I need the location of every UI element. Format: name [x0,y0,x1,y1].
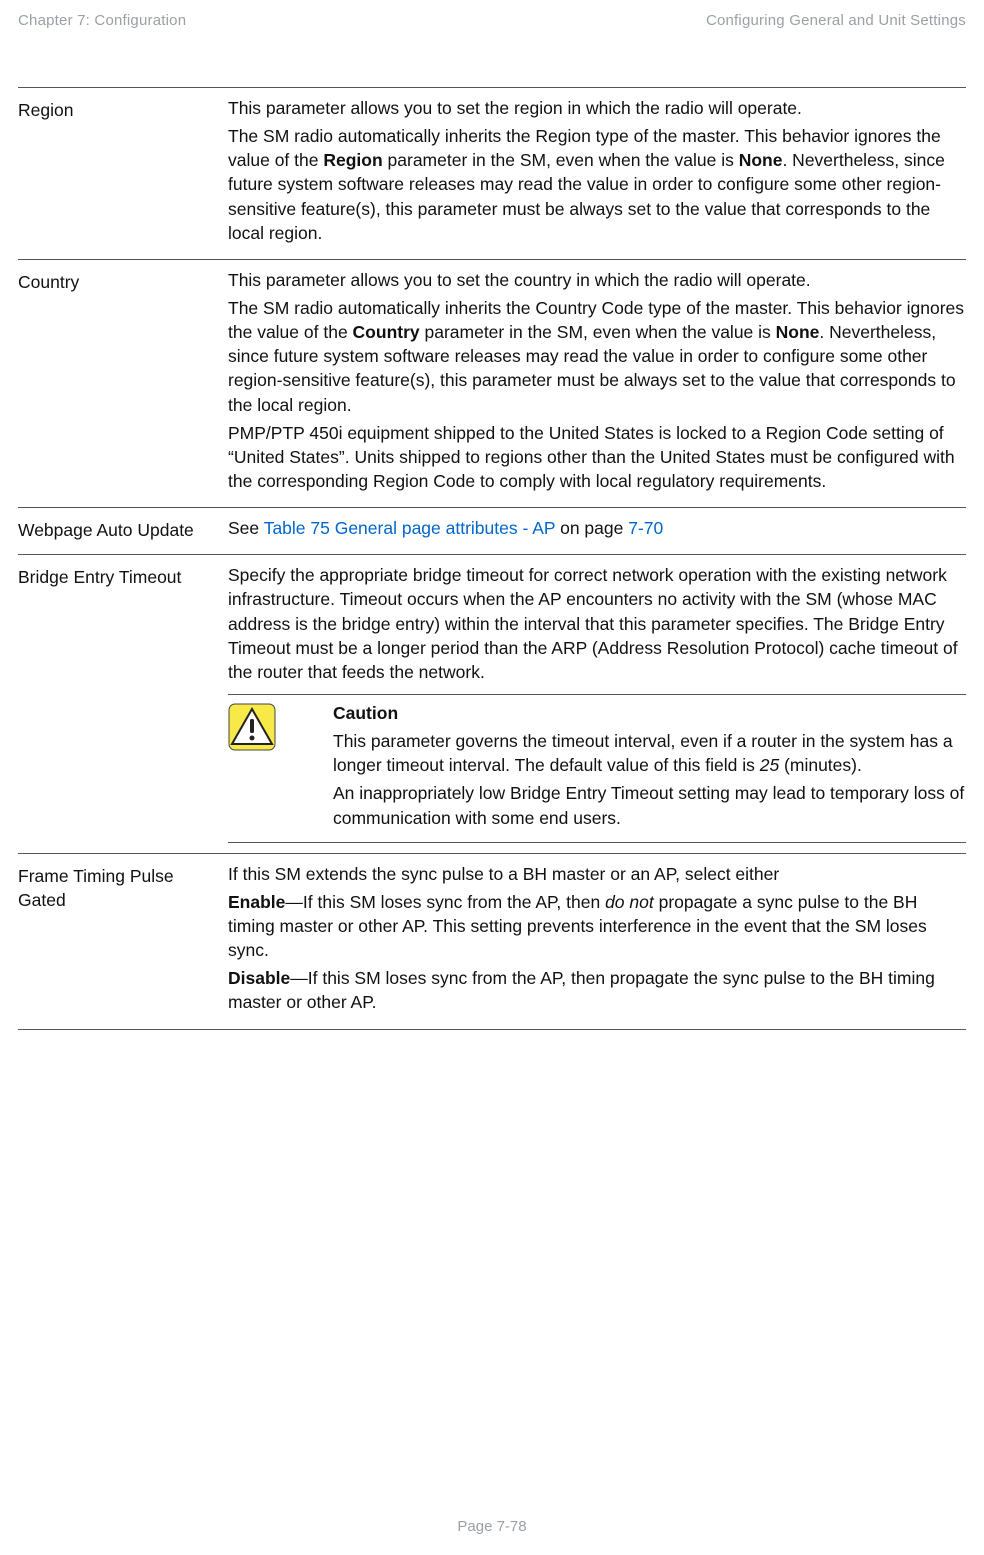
bold-none: None [739,150,783,170]
label-bridge: Bridge Entry Timeout [18,563,228,842]
country-p3: PMP/PTP 450i equipment shipped to the Un… [228,421,966,493]
bold-enable: Enable [228,892,285,912]
page-footer: Page 7-78 [0,1518,984,1535]
bold-region: Region [323,150,382,170]
frame-p2: Enable—If this SM loses sync from the AP… [228,890,966,962]
bridge-p1: Specify the appropriate bridge timeout f… [228,563,966,684]
country-p1: This parameter allows you to set the cou… [228,268,966,292]
label-webpage: Webpage Auto Update [18,516,228,544]
body-webpage: See Table 75 General page attributes - A… [228,516,966,544]
bold-disable: Disable [228,968,290,988]
text: parameter in the SM, even when the value… [383,150,739,170]
body-country: This parameter allows you to set the cou… [228,268,966,497]
link-page-7-70[interactable]: 7-70 [628,518,663,538]
text: —If this SM loses sync from the AP, then [285,892,605,912]
row-region: Region This parameter allows you to set … [18,88,966,260]
text: (minutes). [779,755,862,775]
bold-none: None [776,322,820,342]
label-country: Country [18,268,228,497]
body-region: This parameter allows you to set the reg… [228,96,966,249]
link-table75[interactable]: Table 75 General page attributes - AP [264,518,556,538]
row-frame-timing-pulse-gated: Frame Timing Pulse Gated If this SM exte… [18,854,966,1030]
frame-p1: If this SM extends the sync pulse to a B… [228,862,966,886]
caution-title: Caution [333,701,966,725]
frame-p3: Disable—If this SM loses sync from the A… [228,966,966,1014]
row-bridge-entry-timeout: Bridge Entry Timeout Specify the appropr… [18,555,966,853]
caution-callout: Caution This parameter governs the timeo… [228,694,966,843]
label-region: Region [18,96,228,249]
page-header: Chapter 7: Configuration Configuring Gen… [18,12,966,29]
text: on page [555,518,628,538]
bold-country: Country [353,322,420,342]
header-left: Chapter 7: Configuration [18,12,186,29]
text: parameter in the SM, even when the value… [420,322,776,342]
body-frame: If this SM extends the sync pulse to a B… [228,862,966,1019]
text: —If this SM loses sync from the AP, then… [228,968,935,1012]
country-p2: The SM radio automatically inherits the … [228,296,966,417]
body-bridge: Specify the appropriate bridge timeout f… [228,563,966,842]
caution-icon [228,701,333,834]
italic-do-not: do not [605,892,654,912]
text: See [228,518,264,538]
italic-25: 25 [760,755,779,775]
label-frame: Frame Timing Pulse Gated [18,862,228,1019]
caution-p2: An inappropriately low Bridge Entry Time… [333,781,966,829]
caution-body: Caution This parameter governs the timeo… [333,701,966,834]
header-right: Configuring General and Unit Settings [706,12,966,29]
row-webpage-auto-update: Webpage Auto Update See Table 75 General… [18,508,966,555]
region-p2: The SM radio automatically inherits the … [228,124,966,245]
parameter-table: Region This parameter allows you to set … [18,87,966,1030]
caution-p1: This parameter governs the timeout inter… [333,729,966,777]
row-country: Country This parameter allows you to set… [18,260,966,508]
region-p1: This parameter allows you to set the reg… [228,96,966,120]
webpage-p1: See Table 75 General page attributes - A… [228,516,966,540]
